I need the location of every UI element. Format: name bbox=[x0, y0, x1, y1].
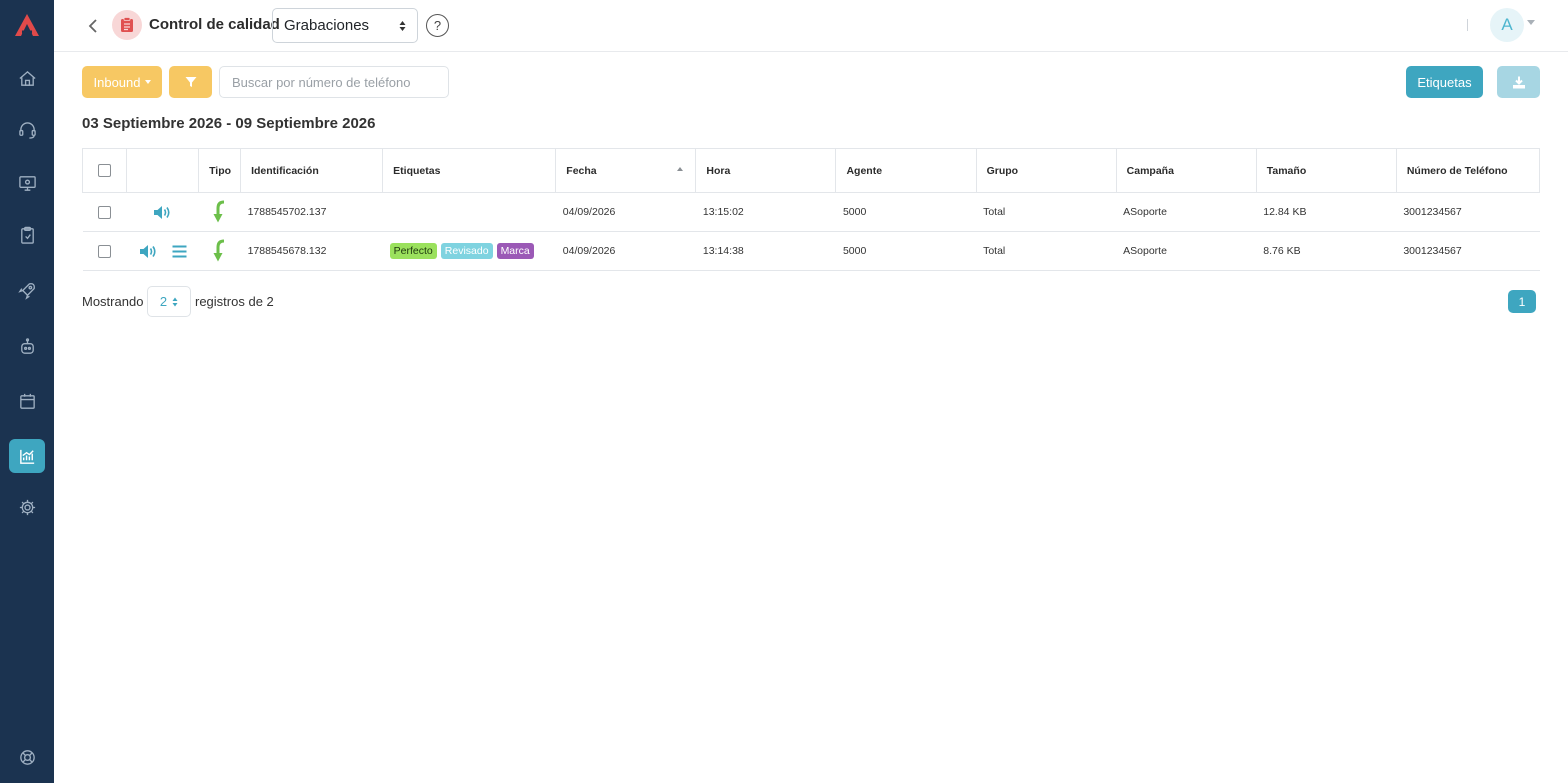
row-time: 13:15:02 bbox=[695, 192, 836, 232]
row-actions bbox=[126, 192, 199, 232]
select-all-checkbox-cell[interactable] bbox=[81, 148, 128, 193]
chevron-down-icon bbox=[144, 80, 151, 84]
menu-list-icon[interactable] bbox=[172, 245, 187, 258]
showing-suffix: registros de 2 bbox=[195, 294, 274, 309]
robot-icon[interactable] bbox=[9, 329, 45, 363]
row-checkbox[interactable] bbox=[98, 205, 111, 219]
filter-icon bbox=[185, 77, 196, 87]
home-icon[interactable] bbox=[9, 61, 45, 95]
back-arrow-icon[interactable] bbox=[88, 15, 102, 37]
select-arrows-icon bbox=[399, 20, 406, 31]
recordings-table: Tipo Identificación Etiquetas Fecha Hora… bbox=[81, 148, 1541, 271]
module-select-value: Grabaciones bbox=[284, 17, 370, 34]
row-date: 04/09/2026 bbox=[555, 192, 696, 232]
col-header-campana[interactable]: Campaña bbox=[1115, 148, 1257, 193]
row-id: 1788545678.132 bbox=[240, 231, 383, 271]
col-header-tamano[interactable]: Tamaño bbox=[1255, 148, 1397, 193]
row-tipo bbox=[198, 192, 241, 232]
table-row: 1788545678.132 Perfecto Revisado Marca 04/… bbox=[82, 231, 1540, 271]
page-size-value: 2 bbox=[159, 294, 168, 309]
headset-icon[interactable] bbox=[9, 113, 45, 147]
table-header-row: Tipo Identificación Etiquetas Fecha Hora… bbox=[81, 148, 1541, 193]
col-header-grupo[interactable]: Grupo bbox=[975, 148, 1117, 193]
support-lifebuoy-icon[interactable] bbox=[9, 740, 45, 774]
row-tags bbox=[382, 192, 556, 232]
row-time: 13:14:38 bbox=[695, 231, 836, 271]
clipboard-icon[interactable] bbox=[9, 218, 45, 252]
col-header-tipo: Tipo bbox=[198, 148, 242, 193]
row-checkbox-cell[interactable] bbox=[82, 231, 127, 271]
col-header-identificacion[interactable]: Identificación bbox=[240, 148, 384, 193]
inbound-call-arrow-icon bbox=[213, 200, 224, 223]
divider bbox=[1467, 19, 1468, 31]
sidebar bbox=[0, 0, 54, 783]
sort-asc-icon bbox=[677, 167, 684, 171]
app-logo-icon[interactable] bbox=[12, 10, 42, 40]
date-range: 03 Septiembre 2026 - 09 Septiembre 2026 bbox=[82, 115, 376, 132]
row-size: 12.84 KB bbox=[1256, 192, 1397, 232]
row-actions bbox=[126, 231, 199, 271]
download-button[interactable] bbox=[1497, 66, 1540, 98]
row-size: 8.76 KB bbox=[1256, 231, 1397, 271]
reports-chart-icon[interactable] bbox=[9, 439, 45, 473]
row-checkbox-cell[interactable] bbox=[82, 192, 127, 232]
row-agent: 5000 bbox=[835, 192, 977, 232]
play-audio-icon[interactable] bbox=[139, 244, 158, 259]
calendar-icon[interactable] bbox=[9, 384, 45, 418]
rocket-icon[interactable] bbox=[9, 273, 45, 307]
row-checkbox[interactable] bbox=[98, 244, 111, 258]
row-campaign: ASoporte bbox=[1116, 231, 1257, 271]
col-header-etiquetas[interactable]: Etiquetas bbox=[382, 148, 557, 193]
col-header-fecha-label: Fecha bbox=[566, 164, 597, 177]
col-header-agente[interactable]: Agente bbox=[835, 148, 977, 193]
settings-gear-icon[interactable] bbox=[9, 490, 45, 524]
row-campaign: ASoporte bbox=[1116, 192, 1257, 232]
inbound-call-arrow-icon bbox=[213, 239, 224, 262]
module-select[interactable]: Grabaciones bbox=[272, 8, 418, 43]
user-avatar[interactable]: A bbox=[1490, 8, 1524, 42]
quality-clipboard-icon bbox=[112, 10, 142, 40]
col-header-telefono[interactable]: Número de Teléfono bbox=[1395, 148, 1541, 193]
row-phone: 3001234567 bbox=[1396, 192, 1540, 232]
pagination-page-1[interactable]: 1 bbox=[1508, 290, 1536, 313]
phone-search-input[interactable] bbox=[219, 66, 449, 98]
page-title: Control de calidad bbox=[149, 16, 280, 33]
play-audio-icon[interactable] bbox=[153, 205, 172, 220]
row-phone: 3001234567 bbox=[1396, 231, 1540, 271]
monitor-icon[interactable] bbox=[9, 166, 45, 200]
select-all-checkbox[interactable] bbox=[98, 164, 111, 177]
row-group: Total bbox=[976, 192, 1117, 232]
download-icon bbox=[1512, 76, 1525, 88]
page-size-select[interactable]: 2 bbox=[147, 286, 191, 317]
col-header-fecha[interactable]: Fecha bbox=[555, 148, 697, 193]
tags-button[interactable]: Etiquetas bbox=[1406, 66, 1483, 98]
tag-badge-marca: Marca bbox=[496, 243, 534, 259]
col-header-hora[interactable]: Hora bbox=[695, 148, 837, 193]
help-icon[interactable]: ? bbox=[426, 14, 449, 37]
row-tags: Perfecto Revisado Marca bbox=[382, 231, 556, 271]
row-agent: 5000 bbox=[835, 231, 977, 271]
filter-button[interactable] bbox=[169, 66, 212, 98]
table-row: 1788545702.137 04/09/2026 13:15:02 5000 … bbox=[82, 192, 1540, 232]
tag-badge-revisado: Revisado bbox=[440, 243, 493, 259]
showing-prefix: Mostrando bbox=[82, 294, 144, 309]
inbound-label: Inbound bbox=[93, 74, 141, 90]
avatar-dropdown-icon[interactable] bbox=[1527, 20, 1535, 25]
top-bar: Control de calidad Grabaciones ? A bbox=[54, 0, 1568, 52]
row-group: Total bbox=[976, 231, 1117, 271]
row-date: 04/09/2026 bbox=[555, 231, 696, 271]
row-id: 1788545702.137 bbox=[240, 192, 383, 232]
inbound-dropdown-button[interactable]: Inbound bbox=[82, 66, 162, 98]
select-arrows-icon bbox=[172, 297, 178, 306]
actions-header bbox=[126, 148, 200, 193]
row-tipo bbox=[198, 231, 241, 271]
tag-badge-perfecto: Perfecto bbox=[389, 243, 437, 259]
